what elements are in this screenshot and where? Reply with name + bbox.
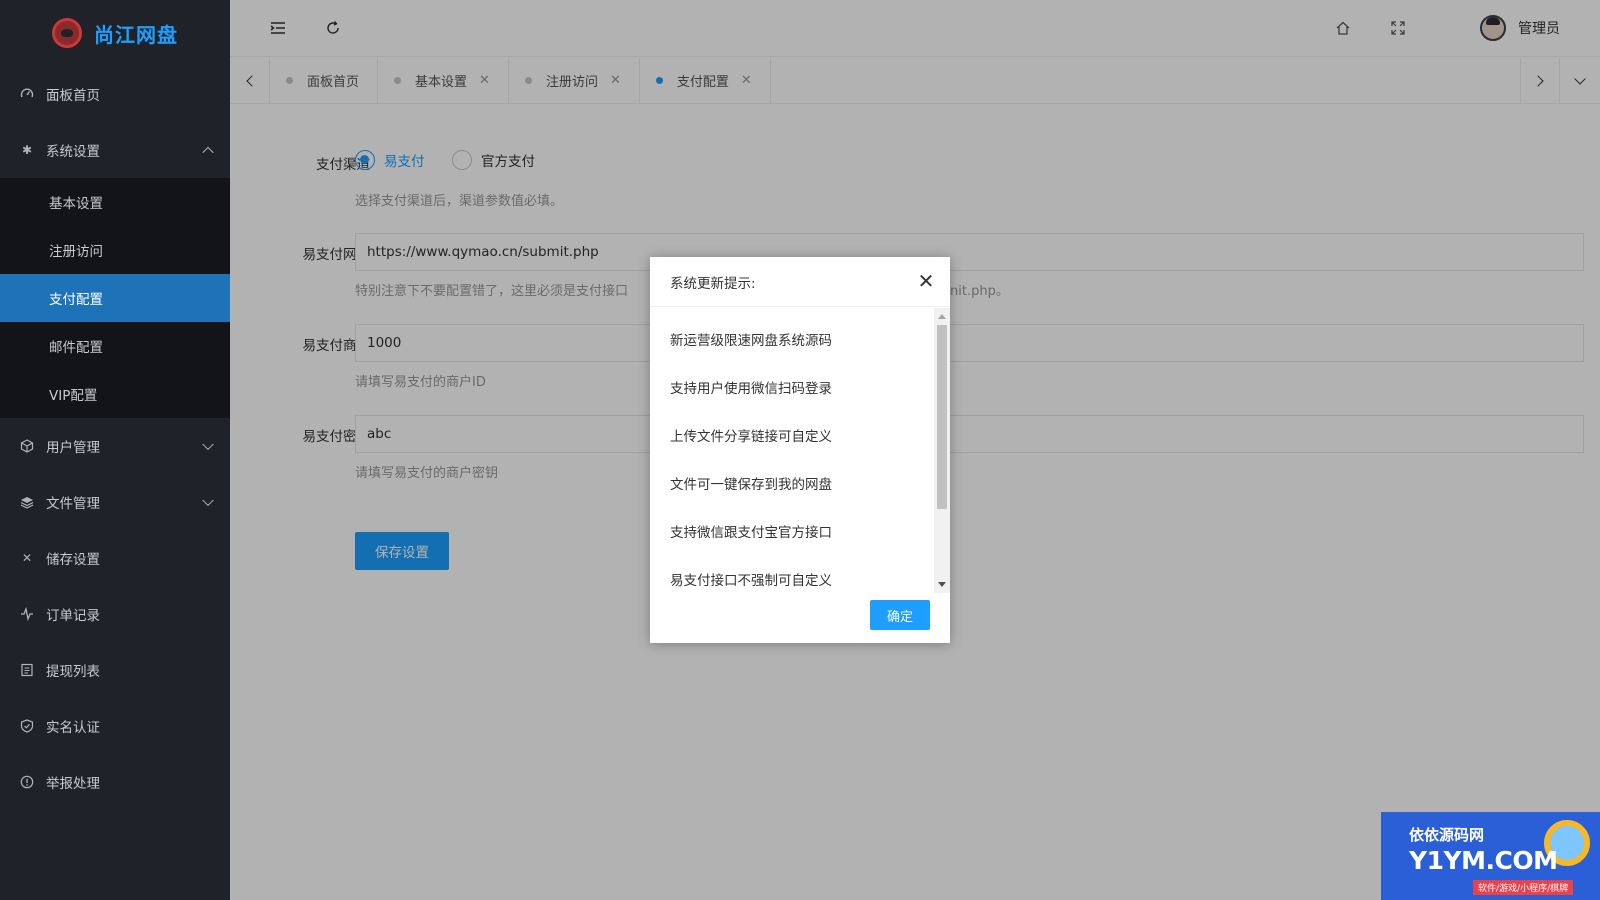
sidebar-item-label: 邮件配置 [49, 340, 103, 356]
update-line: 支持用户使用微信扫码登录 [670, 381, 832, 397]
watermark-line1: 依依源码网 [1409, 826, 1485, 844]
chevron-up-icon [202, 146, 214, 159]
layers-icon [20, 495, 34, 509]
sidebar-item-label: 文件管理 [46, 496, 100, 512]
update-line: 上传文件分享链接可自定义 [670, 429, 832, 445]
dashboard-icon [20, 87, 34, 101]
chevron-down-icon [202, 438, 214, 451]
watermark-line2: Y1YM.COM [1409, 846, 1558, 875]
scroll-up-icon[interactable] [938, 314, 946, 319]
update-line: 文件可一键保存到我的网盘 [670, 477, 832, 493]
sidebar-item-file-management[interactable]: 文件管理 [0, 474, 230, 530]
scroll-down-icon[interactable] [938, 582, 946, 587]
tools-icon: ✕ [21, 551, 33, 565]
watermark-badge: 依依源码网 Y1YM.COM 软件/游戏/小程序/棋牌 [1381, 812, 1600, 900]
dialog-title: 系统更新提示: [650, 257, 950, 307]
watermark-line3: 软件/游戏/小程序/棋牌 [1473, 880, 1574, 895]
update-line: 易支付接口不强制可自定义 [670, 573, 832, 589]
sidebar-item-label: 提现列表 [46, 664, 100, 680]
sidebar-item-label: 系统设置 [46, 144, 100, 160]
sidebar-item-order-records[interactable]: 订单记录 [0, 586, 230, 642]
update-line: 新运营级限速网盘系统源码 [670, 333, 832, 349]
sidebar-submenu: 基本设置 注册访问 支付配置 邮件配置 VIP配置 [0, 178, 230, 418]
chevron-down-icon [202, 494, 214, 507]
sidebar-item-basic-settings[interactable]: 基本设置 [0, 178, 230, 226]
sidebar-item-mail-config[interactable]: 邮件配置 [0, 322, 230, 370]
cat-logo-icon [52, 18, 82, 48]
pulse-icon [20, 607, 34, 621]
gear-icon: ✱ [21, 143, 33, 157]
sidebar-item-label: 用户管理 [46, 440, 100, 456]
dialog-body: 新运营级限速网盘系统源码 支持用户使用微信扫码登录 上传文件分享链接可自定义 文… [650, 308, 950, 593]
sidebar-item-label: 支付配置 [49, 292, 103, 308]
sidebar-item-label: VIP配置 [49, 388, 98, 404]
sidebar-item-user-management[interactable]: 用户管理 [0, 418, 230, 474]
sidebar-item-label: 面板首页 [46, 88, 100, 104]
logo[interactable]: 尚江网盘 [0, 0, 230, 66]
update-notice-dialog: 系统更新提示: ✕ 新运营级限速网盘系统源码 支持用户使用微信扫码登录 上传文件… [650, 257, 950, 643]
sidebar-item-label: 举报处理 [46, 776, 100, 792]
cube-icon [20, 439, 34, 453]
sidebar-item-real-name-auth[interactable]: 实名认证 [0, 698, 230, 754]
update-line: 支持微信跟支付宝官方接口 [670, 525, 832, 541]
shield-check-icon [20, 719, 34, 733]
sidebar-item-label: 储存设置 [46, 552, 100, 568]
sidebar-item-system-settings[interactable]: ✱ 系统设置 [0, 122, 230, 178]
app-title: 尚江网盘 [94, 22, 178, 47]
sidebar-item-label: 订单记录 [46, 608, 100, 624]
sidebar-item-label: 基本设置 [49, 196, 103, 212]
sidebar-item-register-access[interactable]: 注册访问 [0, 226, 230, 274]
info-icon [20, 775, 34, 789]
close-icon[interactable]: ✕ [916, 271, 936, 291]
scroll-thumb[interactable] [937, 325, 947, 509]
list-icon [20, 663, 34, 677]
sidebar: 尚江网盘 面板首页 ✱ 系统设置 基本设置 注册访问 支付配置 邮件配置 VIP… [0, 0, 230, 900]
sidebar-item-vip-config[interactable]: VIP配置 [0, 370, 230, 418]
confirm-button[interactable]: 确定 [870, 600, 930, 630]
sidebar-item-report-handling[interactable]: 举报处理 [0, 754, 230, 810]
sidebar-item-storage-settings[interactable]: ✕ 储存设置 [0, 530, 230, 586]
dialog-scrollbar[interactable] [934, 308, 950, 593]
sidebar-item-label: 注册访问 [49, 244, 103, 260]
sidebar-item-label: 实名认证 [46, 720, 100, 736]
sidebar-item-dashboard[interactable]: 面板首页 [0, 66, 230, 122]
sidebar-item-withdraw-list[interactable]: 提现列表 [0, 642, 230, 698]
sidebar-item-payment-config[interactable]: 支付配置 [0, 274, 230, 322]
